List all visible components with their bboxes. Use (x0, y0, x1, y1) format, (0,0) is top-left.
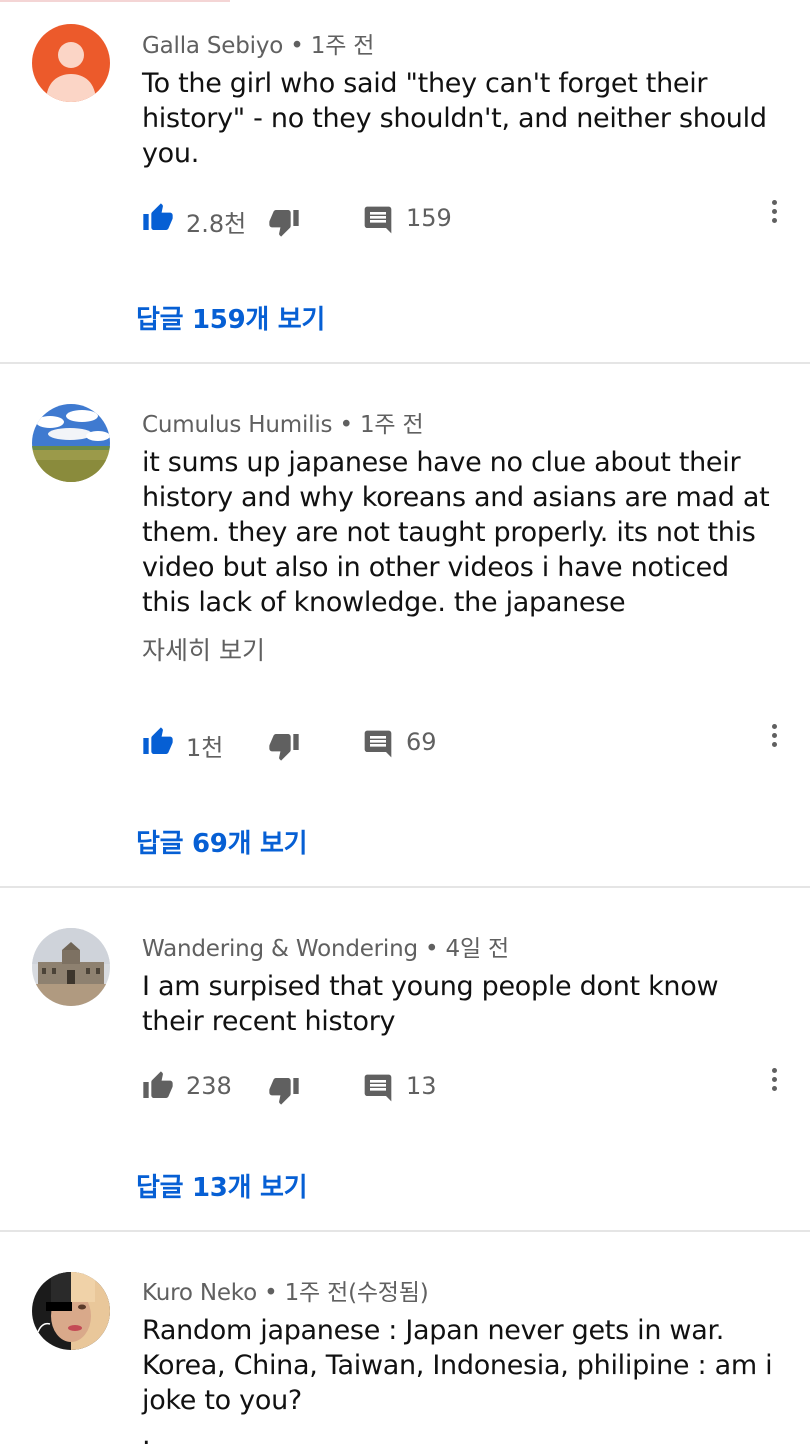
meta-separator: • (264, 1280, 278, 1306)
reply-icon[interactable] (362, 1072, 394, 1104)
timestamp: 4일 전 (445, 936, 510, 962)
like-count: 238 (186, 1072, 232, 1100)
comment-meta: Cumulus Humilis • 1주 전 (142, 405, 424, 439)
author-name[interactable]: Galla Sebiyo (142, 33, 283, 59)
timestamp: 1주 전 (359, 412, 424, 438)
comment-text: Random japanese : Japan never gets in wa… (142, 1315, 773, 1416)
author-name[interactable]: Kuro Neko (142, 1280, 257, 1306)
reply-icon[interactable] (362, 204, 394, 236)
like-icon[interactable] (142, 202, 174, 234)
author-name[interactable]: Wandering & Wondering (142, 936, 418, 962)
comment-actions: 238 13 (0, 1068, 810, 1110)
reply-icon[interactable] (362, 728, 394, 760)
more-vert-icon[interactable] (766, 1064, 782, 1104)
reply-count: 159 (406, 204, 452, 232)
comment-meta: Kuro Neko • 1주 전(수정됨) (142, 1273, 429, 1307)
like-icon[interactable] (142, 1070, 174, 1102)
like-count: 1천 (186, 734, 224, 762)
comment-divider (0, 886, 810, 888)
avatar[interactable] (32, 1272, 110, 1350)
author-name[interactable]: Cumulus Humilis (142, 412, 333, 438)
comment-text: To the girl who said "they can't forget … (142, 68, 767, 169)
avatar[interactable] (32, 404, 110, 482)
default-avatar-icon (46, 42, 96, 102)
like-icon[interactable] (142, 726, 174, 758)
view-replies-link[interactable]: 답글 13개 보기 (136, 1167, 307, 1204)
dislike-icon[interactable] (268, 1074, 300, 1106)
avatar[interactable] (32, 24, 110, 102)
more-vert-icon[interactable] (766, 196, 782, 236)
comment-actions: 1천 69 (0, 724, 810, 766)
dislike-icon[interactable] (268, 730, 300, 762)
meta-separator: • (290, 33, 304, 59)
meta-separator: • (339, 412, 353, 438)
comment-meta: Galla Sebiyo • 1주 전 (142, 26, 374, 60)
view-replies-link[interactable]: 답글 159개 보기 (136, 299, 325, 336)
comment-text: I am surpised that young people dont kno… (142, 971, 719, 1037)
landscape-avatar-image (32, 404, 110, 482)
timestamp: 1주 전 (310, 33, 375, 59)
read-more-link[interactable]: 자세히 보기 (142, 631, 265, 667)
like-count: 2.8천 (186, 210, 247, 238)
comment-divider (0, 1230, 810, 1232)
building-avatar-image (32, 928, 110, 1006)
avatar[interactable] (32, 928, 110, 1006)
reply-count: 69 (406, 728, 437, 756)
portrait-avatar-image (32, 1272, 110, 1350)
more-vert-icon[interactable] (766, 720, 782, 760)
meta-separator: • (425, 936, 439, 962)
comment-text: it sums up japanese have no clue about t… (142, 447, 770, 618)
comment-divider (0, 362, 810, 364)
comment-actions: 2.8천 159 (0, 200, 810, 242)
reply-count: 13 (406, 1072, 437, 1100)
dislike-icon[interactable] (268, 206, 300, 238)
view-replies-link[interactable]: 답글 69개 보기 (136, 823, 307, 860)
comment-meta: Wandering & Wondering • 4일 전 (142, 929, 509, 963)
top-accent-line (0, 0, 230, 2)
comment-text-continuation: . (142, 1420, 151, 1451)
timestamp: 1주 전(수정됨) (284, 1280, 429, 1306)
